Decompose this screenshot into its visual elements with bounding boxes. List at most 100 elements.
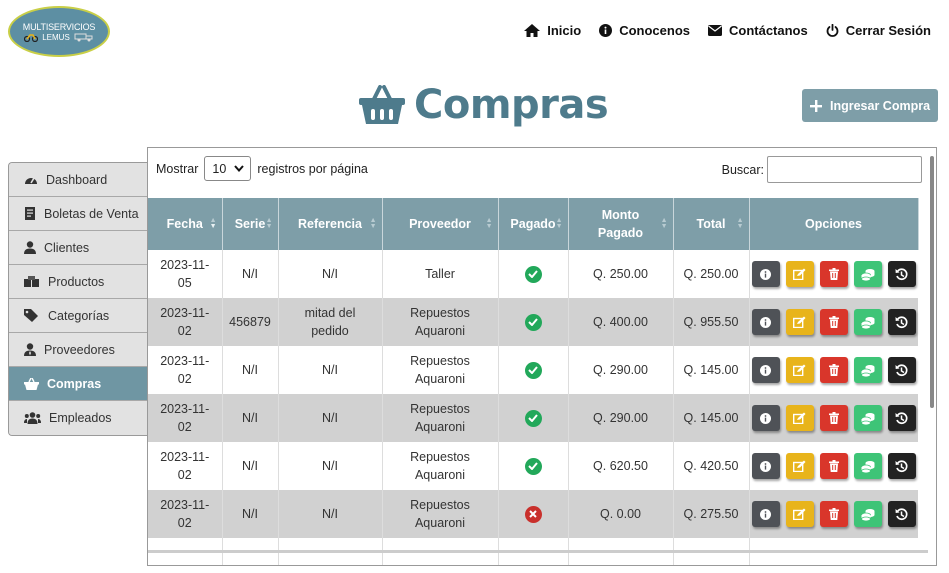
payment-button[interactable] xyxy=(853,357,882,383)
page-size-control: Mostrar 10 registros por página xyxy=(156,156,368,181)
details-button[interactable] xyxy=(751,405,780,431)
details-button[interactable] xyxy=(751,261,780,287)
column-header-serie[interactable]: Serie ▲ ▼ xyxy=(222,198,279,250)
history-icon xyxy=(895,459,908,473)
edit-button[interactable] xyxy=(785,261,814,287)
cell-opciones xyxy=(749,250,918,298)
details-button[interactable] xyxy=(751,309,780,335)
delete-button[interactable] xyxy=(819,405,848,431)
cell-referencia: N/I xyxy=(278,394,383,442)
nav-contactanos[interactable]: Contáctanos xyxy=(708,23,808,38)
cell-monto-pagado: Q. 400.00 xyxy=(568,298,674,346)
vertical-scrollbar[interactable] xyxy=(930,156,934,408)
users-icon xyxy=(24,412,41,424)
cell-pagado xyxy=(498,250,569,298)
row-actions xyxy=(750,357,919,383)
row-actions xyxy=(750,453,919,479)
history-button[interactable] xyxy=(887,261,916,287)
table-row[interactable]: 2023-11-02 N/I N/I Repuestos Aquaroni Q. 290… xyxy=(148,346,918,394)
sidebar-item-clientes[interactable]: Clientes xyxy=(9,231,148,265)
delete-button[interactable] xyxy=(819,453,848,479)
delete-button[interactable] xyxy=(819,309,848,335)
page-title-text: Compras xyxy=(414,82,609,128)
search-control: Buscar: xyxy=(722,156,922,183)
edit-icon xyxy=(793,268,806,280)
history-button[interactable] xyxy=(887,357,916,383)
edit-button[interactable] xyxy=(785,405,814,431)
sidebar-item-compras[interactable]: Compras xyxy=(9,367,148,401)
column-header-total[interactable]: Total ▲ ▼ xyxy=(673,198,750,250)
horizontal-scrollbar[interactable] xyxy=(148,550,928,553)
nav-inicio[interactable]: Inicio xyxy=(524,23,581,38)
home-icon xyxy=(524,24,541,37)
table-row[interactable]: 2023-11-02 N/I N/I Repuestos Aquaroni Q. 620… xyxy=(148,442,918,490)
sidebar-item-productos[interactable]: Productos xyxy=(9,265,148,299)
history-icon xyxy=(895,363,908,377)
chevron-down-icon xyxy=(234,165,245,172)
payment-button[interactable] xyxy=(853,453,882,479)
add-purchase-button[interactable]: Ingresar Compra xyxy=(802,89,938,122)
edit-button[interactable] xyxy=(785,309,814,335)
payment-button[interactable] xyxy=(853,405,882,431)
history-button[interactable] xyxy=(887,453,916,479)
table-row[interactable]: 2023-11-02 456879 mitad del pedido Repuesto… xyxy=(148,298,918,346)
sidebar-item-dashboard[interactable]: Dashboard xyxy=(9,163,148,197)
column-header-pagado[interactable]: Pagado ▲ ▼ xyxy=(498,198,569,250)
delete-button[interactable] xyxy=(819,357,848,383)
trash-icon xyxy=(828,364,839,376)
cell-referencia: N/I xyxy=(278,346,383,394)
page-size-select[interactable]: 10 xyxy=(204,156,252,181)
sidebar-item-proveedores[interactable]: Proveedores xyxy=(9,333,148,367)
column-header-referencia[interactable]: Referencia ▲ ▼ xyxy=(278,198,383,250)
history-button[interactable] xyxy=(887,405,916,431)
edit-icon xyxy=(793,508,806,520)
column-header-fecha[interactable]: Fecha ▲ ▼ xyxy=(148,198,223,250)
sidebar-item-empleados[interactable]: Empleados xyxy=(9,401,148,435)
nav-conocenos[interactable]: Conocenos xyxy=(599,23,690,38)
payment-button[interactable] xyxy=(853,261,882,287)
cell-monto-pagado: Q. 250.00 xyxy=(568,250,674,298)
cell-referencia: mitad del pedido xyxy=(278,298,383,346)
cell-total: Q. 955.50 xyxy=(673,298,750,346)
sidebar-item-boletas[interactable]: Boletas de Venta xyxy=(9,197,148,231)
cell-referencia: N/I xyxy=(278,490,383,538)
paid-check-icon xyxy=(524,409,542,427)
payment-button[interactable] xyxy=(853,309,882,335)
table-row[interactable]: 2023-11-02 N/I N/I Repuestos Aquaroni Q. 290… xyxy=(148,394,918,442)
receipt-icon xyxy=(25,207,35,220)
info-circle-icon xyxy=(599,24,613,37)
delete-button[interactable] xyxy=(819,501,848,527)
edit-icon xyxy=(793,364,806,376)
gauge-icon xyxy=(25,177,37,184)
column-header-monto-pagado[interactable]: Monto Pagado ▲ ▼ xyxy=(568,198,674,250)
edit-button[interactable] xyxy=(785,357,814,383)
user-tie-icon xyxy=(24,343,36,356)
history-button[interactable] xyxy=(887,501,916,527)
edit-button[interactable] xyxy=(785,453,814,479)
details-button[interactable] xyxy=(751,501,780,527)
basket-icon xyxy=(24,377,39,390)
cell-serie: N/I xyxy=(222,250,279,298)
cell-pagado xyxy=(498,394,569,442)
sidebar-item-categorias[interactable]: Categorías xyxy=(9,299,148,333)
column-header-proveedor[interactable]: Proveedor ▲ ▼ xyxy=(382,198,499,250)
details-button[interactable] xyxy=(751,453,780,479)
cell-total: Q. 420.50 xyxy=(673,442,750,490)
search-input[interactable] xyxy=(767,156,922,183)
cell-proveedor: Repuestos Aquaroni xyxy=(382,298,499,346)
brand-logo[interactable]: MULTISERVICIOS LEMUS xyxy=(8,6,110,57)
edit-button[interactable] xyxy=(785,501,814,527)
nav-cerrar-sesion[interactable]: Cerrar Sesión xyxy=(826,23,931,38)
details-button[interactable] xyxy=(751,357,780,383)
table-row[interactable]: 2023-11-02 N/I N/I Repuestos Aquaroni Q. 0.0… xyxy=(148,490,918,538)
boxes-icon xyxy=(24,275,39,287)
payment-button[interactable] xyxy=(853,501,882,527)
paid-check-icon xyxy=(524,265,542,283)
cell-serie: N/I xyxy=(222,346,279,394)
trash-icon xyxy=(828,508,839,520)
history-button[interactable] xyxy=(887,309,916,335)
table-row[interactable]: 2023-11-05 N/I N/I Taller Q. 250.00 Q. 250.00 xyxy=(148,250,918,298)
row-actions xyxy=(750,405,919,431)
delete-button[interactable] xyxy=(819,261,848,287)
coins-icon xyxy=(860,412,875,425)
